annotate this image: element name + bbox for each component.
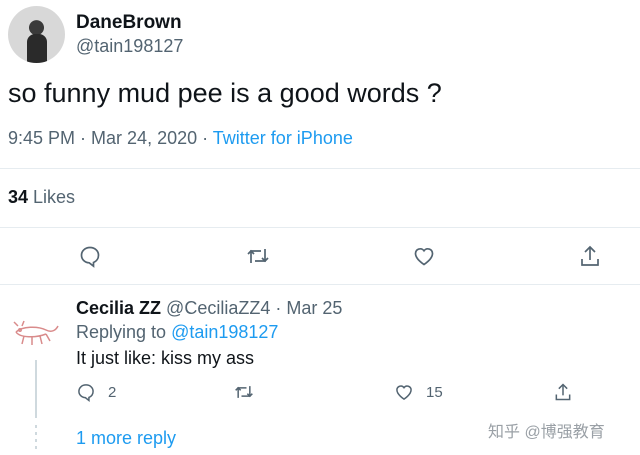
reply-author-name[interactable]: Cecilia ZZ — [76, 298, 161, 318]
tweet-meta: 9:45 PM · Mar 24, 2020 · Twitter for iPh… — [8, 128, 353, 149]
reply-like-button[interactable]: 15 — [394, 381, 443, 403]
reply-button[interactable] — [76, 242, 104, 270]
share-icon — [581, 245, 599, 266]
tweet-time[interactable]: 9:45 PM — [8, 128, 75, 148]
like-button[interactable] — [410, 242, 438, 270]
meta-separator: · — [75, 128, 92, 148]
replying-label: Replying to — [76, 322, 172, 342]
reply-header: Cecilia ZZ @CeciliaZZ4 · Mar 25 — [76, 298, 342, 319]
tweet-date[interactable]: Mar 24, 2020 — [91, 128, 197, 148]
reply-date[interactable]: Mar 25 — [286, 298, 342, 318]
replying-to: Replying to @tain198127 — [76, 322, 278, 343]
watermark: 知乎 @博强教育 — [488, 424, 605, 441]
thread-dots — [35, 425, 37, 449]
tweet-source-link[interactable]: Twitter for iPhone — [213, 128, 353, 148]
more-replies-link[interactable]: 1 more reply — [76, 428, 176, 449]
reply-text: It just like: kiss my ass — [76, 348, 255, 368]
likes-count[interactable]: 34 Likes — [8, 187, 75, 208]
retweet-button[interactable] — [244, 242, 272, 270]
reply-icon — [78, 384, 94, 402]
retweet-icon — [235, 386, 253, 398]
reply-like-count: 15 — [426, 383, 443, 401]
retweet-icon — [247, 249, 269, 263]
reply-retweet-button[interactable] — [234, 381, 266, 403]
divider — [0, 227, 640, 228]
thread-line — [35, 360, 37, 418]
likes-number: 34 — [8, 187, 29, 207]
reply-reply-count: 2 — [108, 383, 117, 401]
like-icon — [396, 385, 412, 400]
share-icon — [555, 383, 571, 401]
reply-reply-button[interactable]: 2 — [76, 381, 116, 403]
divider — [0, 168, 640, 169]
reply-date-separator: · — [270, 298, 287, 318]
meta-separator: · — [197, 128, 213, 148]
reply-share-button[interactable] — [553, 381, 585, 403]
tweet-text: so funny mud pee is a good words ? — [8, 78, 442, 108]
reply-icon — [80, 246, 100, 268]
reply-author-handle[interactable]: @CeciliaZZ4 — [166, 298, 270, 318]
author-avatar[interactable] — [8, 6, 65, 63]
like-icon — [414, 248, 434, 266]
reply-avatar[interactable] — [10, 316, 62, 350]
share-button[interactable] — [576, 242, 604, 270]
author-handle[interactable]: @tain198127 — [76, 36, 183, 57]
author-name[interactable]: DaneBrown — [76, 12, 182, 34]
likes-label: Likes — [28, 187, 76, 207]
replying-mention[interactable]: @tain198127 — [171, 322, 278, 342]
divider — [0, 284, 640, 285]
